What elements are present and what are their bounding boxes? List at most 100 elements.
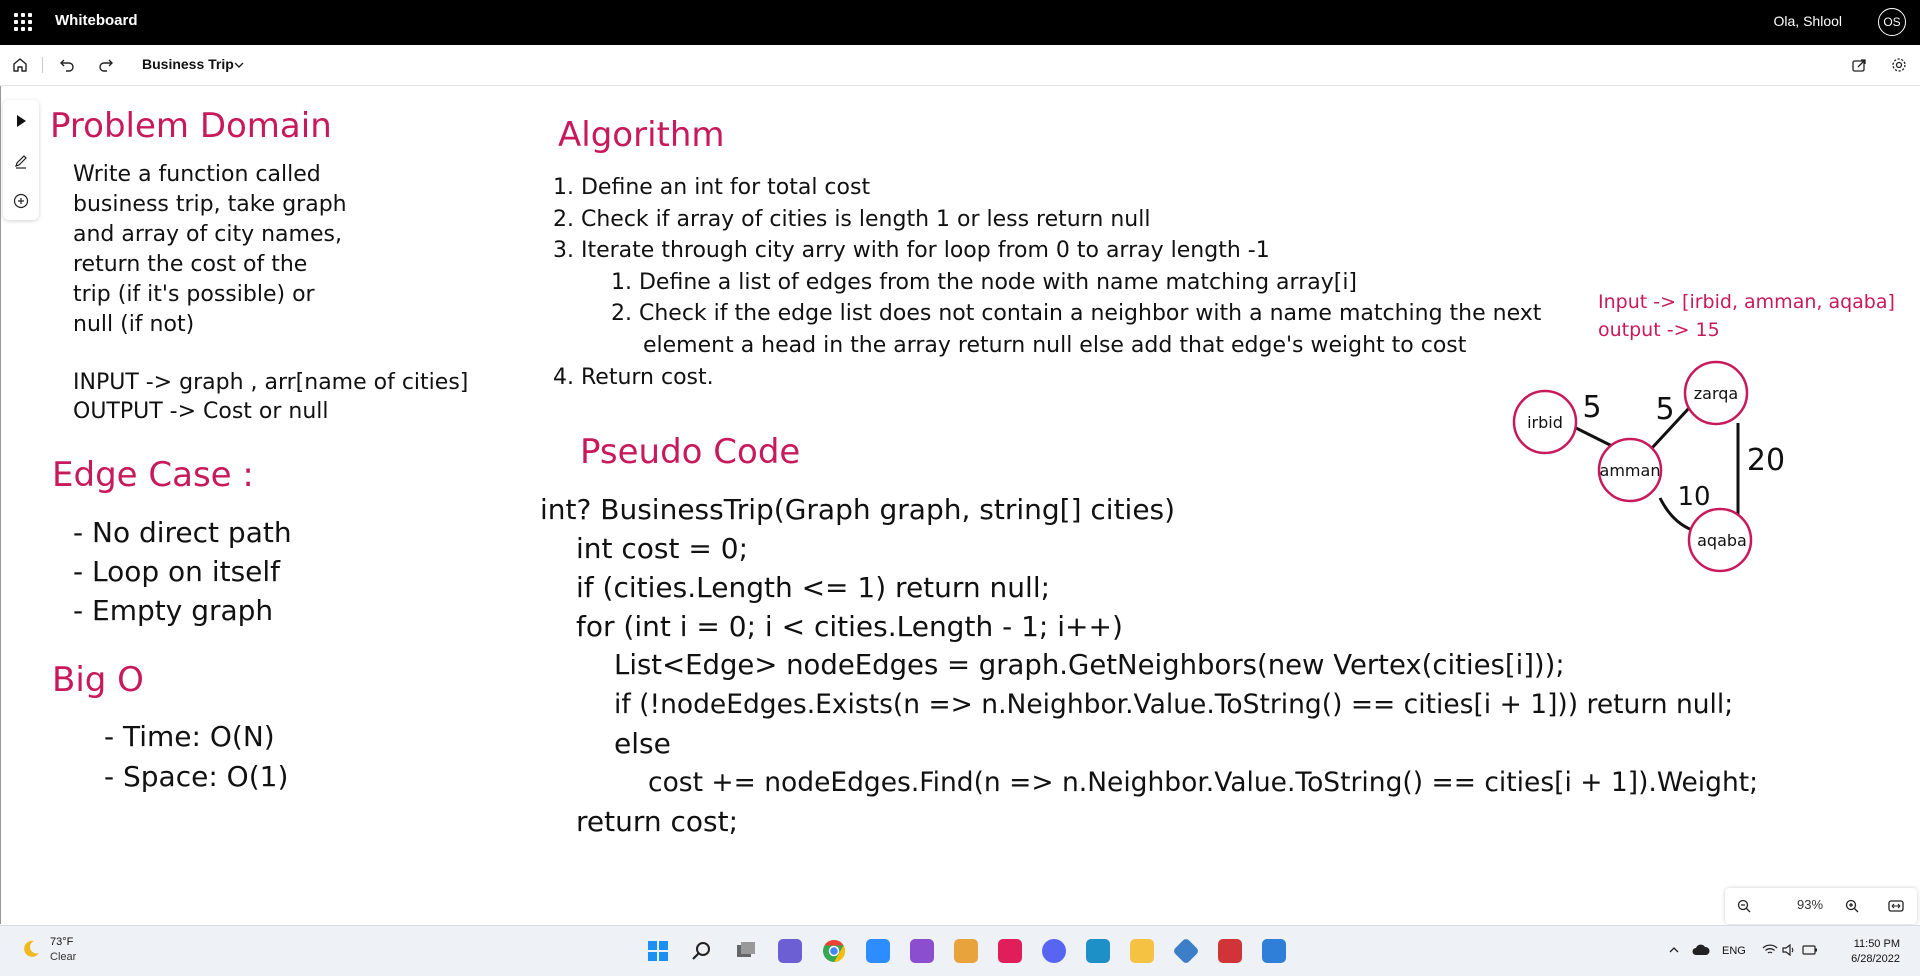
example-output: output -> 15: [1598, 319, 1720, 341]
zoom-app-icon[interactable]: [856, 934, 900, 968]
add-icon[interactable]: [10, 190, 32, 212]
edge-irbid-amman: [1575, 426, 1613, 448]
problem-line: return the cost of the: [73, 252, 308, 277]
problem-description: Write a function called business trip, t…: [73, 160, 347, 340]
algorithm-step: 1. Define a list of edges from the node …: [611, 269, 1358, 295]
code-line: return cost;: [576, 805, 739, 838]
title-bar: Whiteboard Ola, Shlool OS: [0, 0, 1920, 45]
algorithm-steps: 1. Define an int for total cost 2. Check…: [553, 172, 1541, 393]
edge-case-item: - Empty graph: [73, 594, 274, 627]
chrome-icon[interactable]: [812, 934, 856, 968]
time: 11:50 PM: [1853, 938, 1900, 950]
document-title[interactable]: Business Trip: [142, 56, 234, 72]
problem-line: Write a function called: [73, 162, 321, 187]
big-o-item: - Time: O(N): [104, 720, 275, 753]
example-input: Input -> [irbid, amman, aqaba]: [1598, 291, 1895, 313]
toolbar-divider: [42, 57, 43, 73]
discord-icon[interactable]: [1032, 934, 1076, 968]
pseudo-code-block: int? BusinessTrip(Graph graph, string[] …: [540, 490, 1758, 841]
code-line: int? BusinessTrip(Graph graph, string[] …: [540, 493, 1176, 526]
io-spec: INPUT -> graph , arr[name of cities] OUT…: [73, 368, 468, 426]
algorithm-heading: Algorithm: [558, 115, 725, 155]
problem-line: trip (if it's possible) or: [73, 282, 315, 307]
big-o-heading: Big O: [52, 660, 144, 700]
code-line: else: [614, 727, 671, 760]
gear-icon[interactable]: [1888, 54, 1910, 76]
output-spec: OUTPUT -> Cost or null: [73, 399, 329, 424]
weather-temp: 73°F: [50, 936, 74, 948]
paint-tool-icon[interactable]: [944, 934, 988, 968]
chevron-up-icon[interactable]: [1668, 944, 1680, 959]
taskbar-apps: [636, 934, 1296, 968]
problem-line: null (if not): [73, 312, 195, 337]
notepad-icon[interactable]: [1076, 934, 1120, 968]
code-line: cost += nodeEdges.Find(n => n.Neighbor.V…: [648, 767, 1759, 798]
code-line: List<Edge> nodeEdges = graph.GetNeighbor…: [614, 649, 1565, 681]
node-label: irbid: [1527, 413, 1563, 432]
code-line: for (int i = 0; i < cities.Length - 1; i…: [576, 610, 1123, 643]
node-label: zarqa: [1694, 384, 1738, 403]
visual-studio-icon[interactable]: [900, 934, 944, 968]
weight-label: 5: [1655, 392, 1674, 427]
select-pointer-icon[interactable]: [10, 110, 32, 132]
photos-icon[interactable]: [1252, 934, 1296, 968]
weather-condition: Clear: [50, 951, 77, 963]
pen-icon[interactable]: [10, 150, 32, 172]
redo-icon[interactable]: [95, 54, 117, 76]
wifi-icon[interactable]: [1762, 944, 1778, 959]
battery-icon[interactable]: [1802, 944, 1818, 959]
zoom-control: 93%: [1725, 888, 1917, 924]
algorithm-step: 2. Check if the edge list does not conta…: [611, 301, 1542, 327]
toolbar: Business Trip: [0, 45, 1920, 86]
problem-line: business trip, take graph: [73, 192, 347, 217]
example: Input -> [irbid, amman, aqaba] output ->…: [1598, 288, 1895, 344]
avatar[interactable]: OS: [1878, 8, 1906, 36]
node-label: amman: [1600, 461, 1661, 480]
volume-icon[interactable]: [1782, 943, 1796, 959]
moon-icon: [20, 938, 42, 963]
slack-icon[interactable]: [988, 934, 1032, 968]
search-icon[interactable]: [680, 934, 724, 968]
zoom-level[interactable]: 93%: [1797, 897, 1823, 912]
big-o-list: - Time: O(N) - Space: O(1): [104, 717, 288, 797]
app-name: Whiteboard: [55, 12, 138, 29]
task-view-icon[interactable]: [724, 934, 768, 968]
file-explorer-icon[interactable]: [1120, 934, 1164, 968]
algorithm-step: 2. Check if array of cities is length 1 …: [553, 206, 1151, 232]
input-spec: INPUT -> graph , arr[name of cities]: [73, 370, 469, 395]
cloud-icon[interactable]: [1692, 944, 1710, 959]
clock[interactable]: 11:50 PM 6/28/2022: [1851, 937, 1900, 967]
problem-domain-heading: Problem Domain: [50, 106, 332, 146]
tool-palette: [3, 100, 39, 220]
share-icon[interactable]: [1848, 54, 1870, 76]
big-o-item: - Space: O(1): [104, 760, 289, 793]
git-icon[interactable]: [1164, 934, 1208, 968]
algorithm-step: 4. Return cost.: [553, 364, 714, 390]
fit-to-screen-icon[interactable]: [1885, 895, 1907, 917]
code-line: int cost = 0;: [576, 532, 749, 565]
undo-icon[interactable]: [56, 54, 78, 76]
zoom-out-icon[interactable]: [1733, 895, 1755, 917]
pseudo-code-heading: Pseudo Code: [580, 432, 801, 472]
date: 6/28/2022: [1851, 953, 1900, 965]
edge-case-list: - No direct path - Loop on itself - Empt…: [73, 513, 292, 630]
system-tray: ENG 11:50 PM 6/28/2022: [1630, 926, 1920, 976]
language-indicator[interactable]: ENG: [1722, 945, 1746, 957]
edge-case-item: - No direct path: [73, 516, 292, 549]
taskbar: 73°F Clear ENG 11:50 PM 6/28/2022: [0, 925, 1920, 976]
edge-case-item: - Loop on itself: [73, 555, 281, 588]
teams-chat-icon[interactable]: [768, 934, 812, 968]
weight-label: 5: [1582, 390, 1601, 425]
algorithm-step: element a head in the array return null …: [643, 332, 1467, 358]
snipping-tool-icon[interactable]: [1208, 934, 1252, 968]
chevron-down-icon[interactable]: [232, 57, 246, 76]
home-icon[interactable]: [9, 54, 31, 76]
edge-case-heading: Edge Case :: [52, 455, 254, 495]
code-line: if (!nodeEdges.Exists(n => n.Neighbor.Va…: [614, 689, 1734, 720]
user-name[interactable]: Ola, Shlool: [1774, 13, 1842, 29]
problem-line: and array of city names,: [73, 222, 342, 247]
algorithm-step: 3. Iterate through city arry with for lo…: [553, 238, 1270, 264]
app-launcher-icon[interactable]: [14, 13, 32, 31]
start-icon[interactable]: [636, 934, 680, 968]
zoom-in-icon[interactable]: [1841, 895, 1863, 917]
